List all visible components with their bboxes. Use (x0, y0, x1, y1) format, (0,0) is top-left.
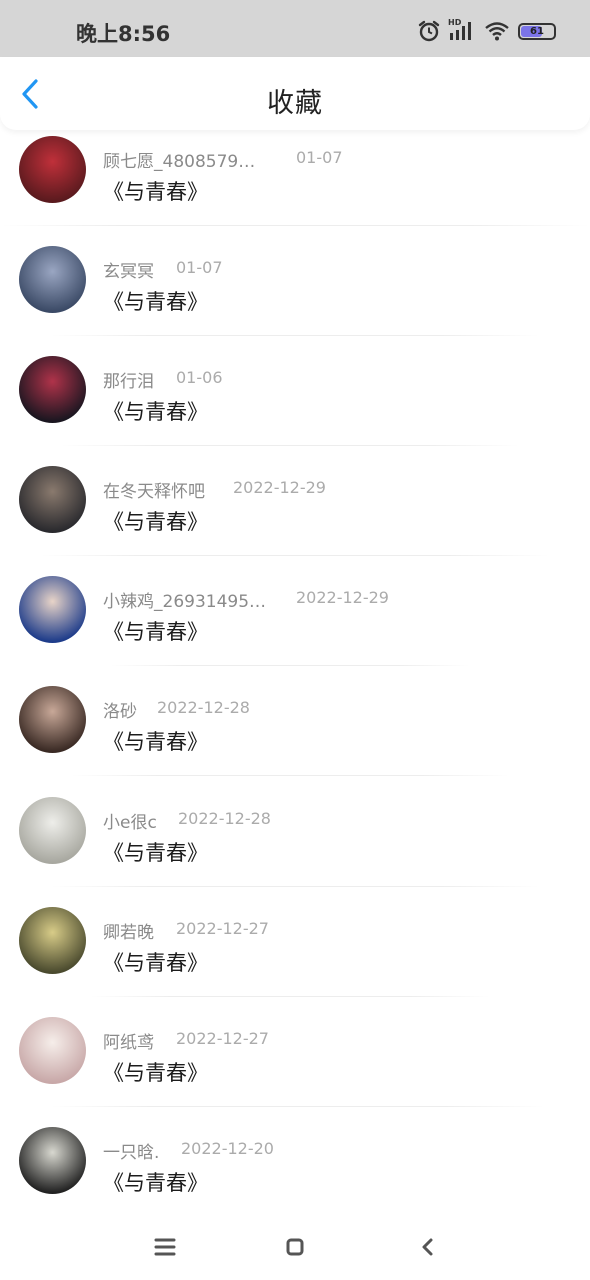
signal-icon: HD (448, 18, 476, 42)
date-label: 01-06 (176, 368, 223, 387)
divider (70, 775, 510, 776)
date-label: 2022-12-20 (181, 1139, 274, 1158)
avatar[interactable] (19, 1127, 86, 1194)
avatar[interactable] (19, 246, 86, 313)
divider (60, 445, 520, 446)
date-label: 01-07 (296, 148, 343, 167)
back-nav-button[interactable] (413, 1232, 443, 1262)
username[interactable]: 玄冥冥 (103, 257, 154, 282)
app-header: 收藏 (0, 57, 590, 130)
avatar[interactable] (19, 466, 86, 533)
list-item[interactable]: 阿纸鸢 2022-12-27 《与青春》 (0, 1017, 590, 1127)
date-label: 2022-12-29 (233, 478, 326, 497)
username[interactable]: 小辣鸡_26931495… (103, 587, 266, 612)
book-title[interactable]: 《与青春》 (103, 396, 208, 426)
status-time: 晚上8:56 (76, 22, 171, 46)
date-label: 2022-12-28 (157, 698, 250, 717)
avatar[interactable] (19, 686, 86, 753)
list-item[interactable]: 在冬天释怀吧 2022-12-29 《与青春》 (0, 466, 590, 576)
username[interactable]: 在冬天释怀吧 (103, 477, 205, 502)
username[interactable]: 一只晗. (103, 1138, 159, 1163)
status-bar: 晚上8:56 HD 61 (0, 0, 590, 57)
date-label: 2022-12-27 (176, 1029, 269, 1048)
list-item[interactable]: 玄冥冥 01-07 《与青春》 (0, 246, 590, 356)
divider (0, 225, 590, 226)
avatar[interactable] (19, 797, 86, 864)
date-label: 2022-12-28 (178, 809, 271, 828)
avatar[interactable] (19, 576, 86, 643)
date-label: 2022-12-27 (176, 919, 269, 938)
favorites-list: 顾七愿_4808579… 01-07 《与青春》 玄冥冥 01-07 《与青春》 那行泪 01… (0, 130, 590, 1210)
book-title[interactable]: 《与青春》 (103, 947, 208, 977)
date-label: 01-07 (176, 258, 223, 277)
divider (90, 996, 490, 997)
book-title[interactable]: 《与青春》 (103, 1057, 208, 1087)
book-title[interactable]: 《与青春》 (103, 1167, 208, 1197)
username[interactable]: 小e很c (103, 808, 157, 833)
divider (50, 886, 540, 887)
list-item[interactable]: 小辣鸡_26931495… 2022-12-29 《与青春》 (0, 576, 590, 686)
avatar[interactable] (19, 356, 86, 423)
page-title: 收藏 (267, 88, 323, 119)
username[interactable]: 那行泪 (103, 367, 154, 392)
status-icons: HD 61 (418, 18, 556, 42)
username[interactable]: 洛砂 (103, 697, 137, 722)
menu-icon (154, 1238, 176, 1256)
list-item[interactable]: 一只晗. 2022-12-20 《与青春》 (0, 1127, 590, 1210)
divider (50, 1106, 545, 1107)
username[interactable]: 卿若晚 (103, 918, 154, 943)
avatar[interactable] (19, 1017, 86, 1084)
menu-button[interactable] (150, 1232, 180, 1262)
list-item[interactable]: 那行泪 01-06 《与青春》 (0, 356, 590, 466)
home-button[interactable] (280, 1232, 310, 1262)
divider (50, 335, 540, 336)
list-item[interactable]: 洛砂 2022-12-28 《与青春》 (0, 686, 590, 796)
date-label: 2022-12-29 (296, 588, 389, 607)
book-title[interactable]: 《与青春》 (103, 726, 208, 756)
username[interactable]: 阿纸鸢 (103, 1028, 154, 1053)
list-item[interactable]: 卿若晚 2022-12-27 《与青春》 (0, 907, 590, 1017)
home-icon (286, 1238, 304, 1256)
avatar[interactable] (19, 907, 86, 974)
divider (110, 665, 470, 666)
navigation-bar (0, 1210, 590, 1280)
book-title[interactable]: 《与青春》 (103, 286, 208, 316)
battery-percent: 61 (530, 25, 544, 37)
book-title[interactable]: 《与青春》 (103, 616, 208, 646)
wifi-icon (485, 22, 509, 41)
divider (40, 555, 550, 556)
avatar[interactable] (19, 136, 86, 203)
list-item[interactable]: 顾七愿_4808579… 01-07 《与青春》 (0, 136, 590, 246)
book-title[interactable]: 《与青春》 (103, 506, 208, 536)
book-title[interactable]: 《与青春》 (103, 837, 208, 867)
battery-icon: 61 (518, 22, 556, 40)
list-item[interactable]: 小e很c 2022-12-28 《与青春》 (0, 797, 590, 907)
alarm-icon (418, 20, 440, 42)
back-icon (422, 1238, 433, 1256)
username[interactable]: 顾七愿_4808579… (103, 147, 255, 172)
book-title[interactable]: 《与青春》 (103, 176, 208, 206)
